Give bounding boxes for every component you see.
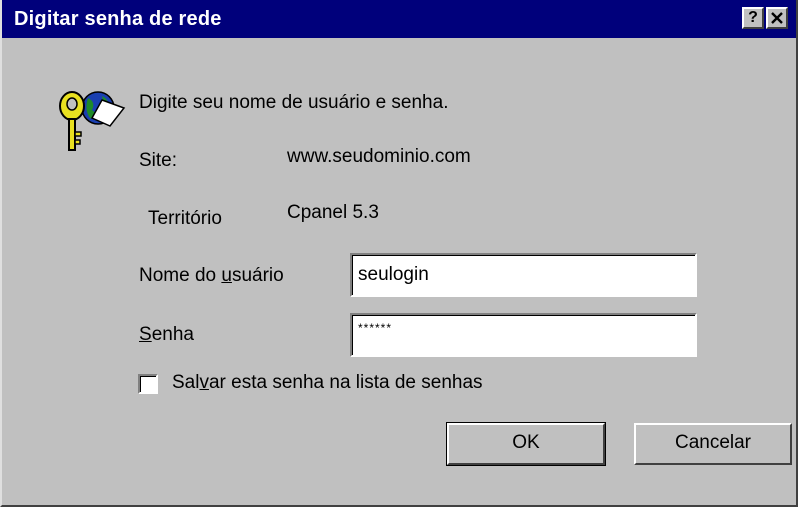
help-icon: ? [748,9,758,26]
password-label-accel: S [139,324,152,345]
window-title: Digitar senha de rede [14,8,222,30]
close-icon [771,12,783,24]
username-label: Nome do usuário [139,265,284,287]
save-password-label-accel: v [199,372,209,393]
close-button[interactable] [766,7,788,29]
network-password-dialog: Digitar senha de rede ? Digite seu nome … [0,0,798,507]
dialog-prompt: Digite seu nome de usuário e senha. [139,92,449,113]
username-label-accel: u [221,265,232,286]
username-label-post: suário [231,265,284,286]
title-bar[interactable]: Digitar senha de rede ? [2,0,796,38]
site-label: Site: [139,150,178,171]
username-input[interactable] [350,253,697,297]
password-label-post: enha [151,324,194,345]
save-password-label-post: ar esta senha na lista de senhas [208,372,483,393]
ok-button[interactable]: OK [446,422,606,466]
territory-label: Território [148,208,222,229]
save-password-label-pre: Sal [172,372,200,393]
cancel-button[interactable]: Cancelar [634,423,792,465]
password-label: Senha [139,324,194,346]
help-button[interactable]: ? [742,7,764,29]
password-input[interactable] [350,313,697,357]
key-globe-icon [59,91,126,151]
username-label-pre: Nome do [139,265,222,286]
territory-value: Cpanel 5.3 [287,202,379,223]
save-password-checkbox[interactable] [138,374,158,394]
site-value: www.seudominio.com [287,146,471,167]
save-password-label[interactable]: Salvar esta senha na lista de senhas [172,372,483,394]
